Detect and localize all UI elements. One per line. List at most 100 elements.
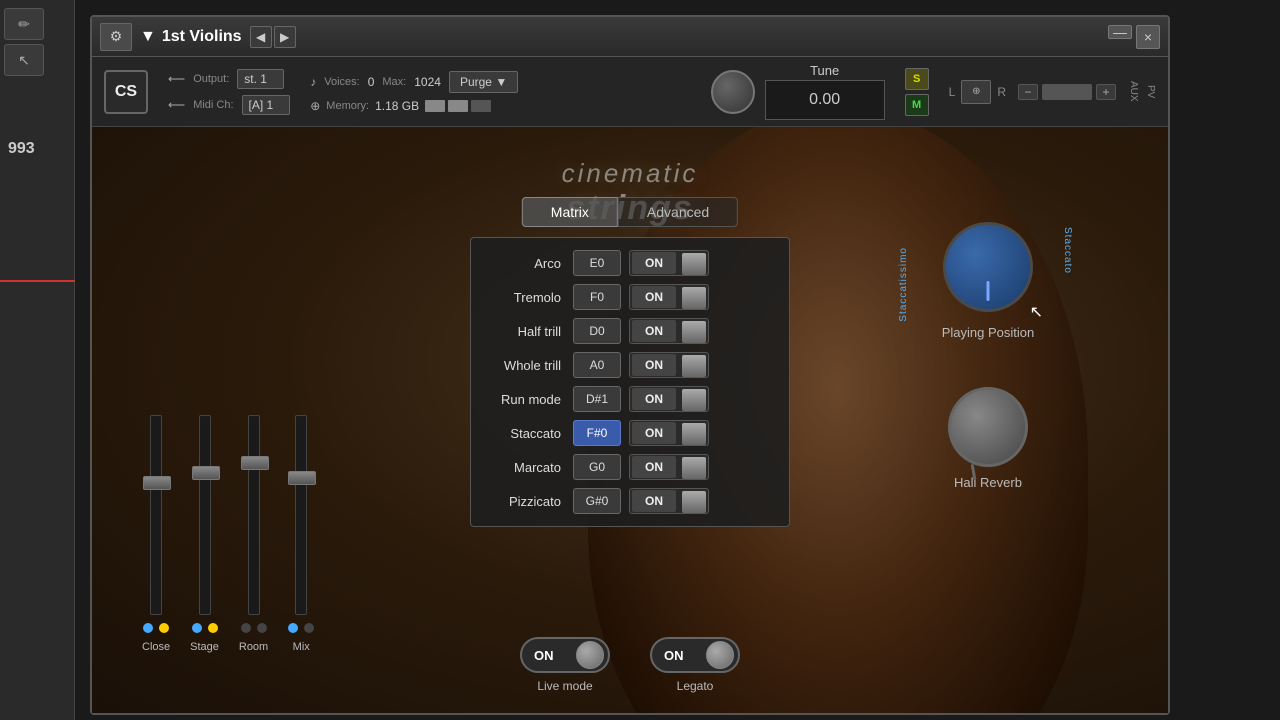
nav-arrows: ◀ ▶ xyxy=(250,26,296,48)
close-button[interactable]: × xyxy=(1136,25,1160,49)
key-button[interactable]: D0 xyxy=(573,318,621,344)
key-button[interactable]: A0 xyxy=(573,352,621,378)
matrix-row: Run modeD#1 ON xyxy=(483,386,777,412)
max-label: Max: xyxy=(382,76,406,88)
hall-reverb-section: Hall Reverb xyxy=(948,387,1028,490)
eq-button[interactable]: ⊕ xyxy=(961,80,991,104)
voices-icon: ♪ xyxy=(310,75,316,89)
tune-section: Tune 0.00 S M L ⊕ R − + AUX xyxy=(711,63,1156,120)
legato-on-label: ON xyxy=(656,648,706,663)
instrument-dropdown[interactable]: ▼ 1st Violins xyxy=(140,28,242,46)
key-button[interactable]: G0 xyxy=(573,454,621,480)
level-minus-button[interactable]: − xyxy=(1018,84,1038,100)
cursor-icon: ↖ xyxy=(1030,302,1043,322)
midi-field: ⟵ Midi Ch: [A] 1 xyxy=(168,95,290,115)
fader-dot-2 xyxy=(304,623,314,633)
tune-value: 0.00 xyxy=(809,91,840,109)
matrix-row: ArcoE0 ON xyxy=(483,250,777,276)
fader-label: Mix xyxy=(293,641,310,653)
memory-icon: ⊕ xyxy=(310,99,320,113)
pencil-tool-btn[interactable]: ✏ xyxy=(4,8,44,40)
purge-label: Purge xyxy=(460,75,492,89)
cursor-tool-btn[interactable]: ↖ xyxy=(4,44,44,76)
title-bar-left: ⚙ ▼ 1st Violins ◀ ▶ xyxy=(92,23,1168,51)
legato-thumb xyxy=(706,641,734,669)
voices-value: 0 xyxy=(368,75,375,89)
live-mode-label: Live mode xyxy=(537,679,592,693)
hall-reverb-knob[interactable] xyxy=(948,387,1028,467)
fader-track xyxy=(248,415,260,615)
output-icon: ⟵ xyxy=(168,72,185,86)
max-value: 1024 xyxy=(414,75,441,89)
level-plus-button[interactable]: + xyxy=(1096,84,1116,100)
legato-label: Legato xyxy=(677,679,714,693)
fader-handle[interactable] xyxy=(241,456,269,470)
purge-button[interactable]: Purge ▼ xyxy=(449,71,518,93)
key-button[interactable]: E0 xyxy=(573,250,621,276)
playing-position-knob[interactable] xyxy=(943,222,1033,312)
tab-matrix[interactable]: Matrix xyxy=(522,197,618,227)
matrix-row: MarcatoG0ON xyxy=(483,454,777,480)
fader-handle[interactable] xyxy=(288,471,316,485)
title-bar: ⚙ ▼ 1st Violins ◀ ▶ — × xyxy=(92,17,1168,57)
memory-section: ⊕ Memory: 1.18 GB xyxy=(310,99,518,113)
eq-section: L ⊕ R − + AUX PV xyxy=(949,80,1156,104)
fader-dot-2 xyxy=(208,623,218,633)
on-off-toggle[interactable]: ON xyxy=(629,318,709,344)
prev-arrow[interactable]: ◀ xyxy=(250,26,272,48)
on-off-toggle[interactable]: ON xyxy=(629,488,709,514)
fader-handle[interactable] xyxy=(143,476,171,490)
on-off-toggle[interactable]: ON xyxy=(629,352,709,378)
next-arrow[interactable]: ▶ xyxy=(274,26,296,48)
tune-knob[interactable] xyxy=(711,70,755,114)
fader-track xyxy=(199,415,211,615)
track-number: 993 xyxy=(8,140,35,158)
on-off-toggle[interactable]: ON xyxy=(629,284,709,310)
key-button[interactable]: D#1 xyxy=(573,386,621,412)
fader-handle[interactable] xyxy=(192,466,220,480)
fader-dots xyxy=(192,623,218,633)
midi-dropdown[interactable]: [A] 1 xyxy=(242,95,291,115)
fader-dots xyxy=(241,623,267,633)
bottom-controls: ON Live mode ON Legato xyxy=(520,637,740,693)
aux-label: AUX xyxy=(1128,81,1139,102)
matrix-panel: ArcoE0ONTremoloF0ONHalf trillD0ONWhole t… xyxy=(470,237,790,527)
live-mode-toggle[interactable]: ON xyxy=(520,637,610,673)
legato-toggle[interactable]: ON xyxy=(650,637,740,673)
on-off-toggle[interactable]: ON xyxy=(629,250,709,276)
s-button[interactable]: S xyxy=(905,68,929,90)
close-icon: × xyxy=(1144,29,1152,45)
pp-label: Playing Position xyxy=(942,325,1035,340)
key-button[interactable]: F#0 xyxy=(573,420,621,446)
output-value: st. 1 xyxy=(244,72,267,86)
articulation-label: Arco xyxy=(483,256,573,271)
on-off-toggle[interactable]: ON xyxy=(629,420,709,446)
instrument-name: 1st Violins xyxy=(162,28,242,46)
tune-display: 0.00 xyxy=(765,80,885,120)
m-button[interactable]: M xyxy=(905,94,929,116)
fader-dot-2 xyxy=(159,623,169,633)
fader-dot-1 xyxy=(241,623,251,633)
dropdown-arrow-icon: ▼ xyxy=(140,28,156,46)
pp-text-right: Staccato xyxy=(1062,227,1073,274)
key-button[interactable]: G#0 xyxy=(573,488,621,514)
minimize-button[interactable]: — xyxy=(1108,25,1132,39)
fader-dot-1 xyxy=(288,623,298,633)
fader-channel: Mix xyxy=(288,415,314,653)
key-button[interactable]: F0 xyxy=(573,284,621,310)
matrix-row: StaccatoF#0ON xyxy=(483,420,777,446)
output-dropdown[interactable]: st. 1 xyxy=(237,69,284,89)
on-off-toggle[interactable]: ON xyxy=(629,454,709,480)
settings-icon[interactable]: ⚙ xyxy=(100,23,132,51)
pp-text-left: Staccatissimo xyxy=(898,247,909,322)
matrix-row: Half trillD0ON xyxy=(483,318,777,344)
output-field: ⟵ Output: st. 1 xyxy=(168,69,290,89)
fader-label: Close xyxy=(142,641,170,653)
fader-dot-1 xyxy=(192,623,202,633)
articulation-label: Tremolo xyxy=(483,290,573,305)
articulation-label: Run mode xyxy=(483,392,573,407)
memory-label: Memory: xyxy=(326,100,369,112)
on-off-toggle[interactable]: ON xyxy=(629,386,709,412)
tab-advanced[interactable]: Advanced xyxy=(618,197,738,227)
voices-label: Voices: xyxy=(324,76,359,88)
